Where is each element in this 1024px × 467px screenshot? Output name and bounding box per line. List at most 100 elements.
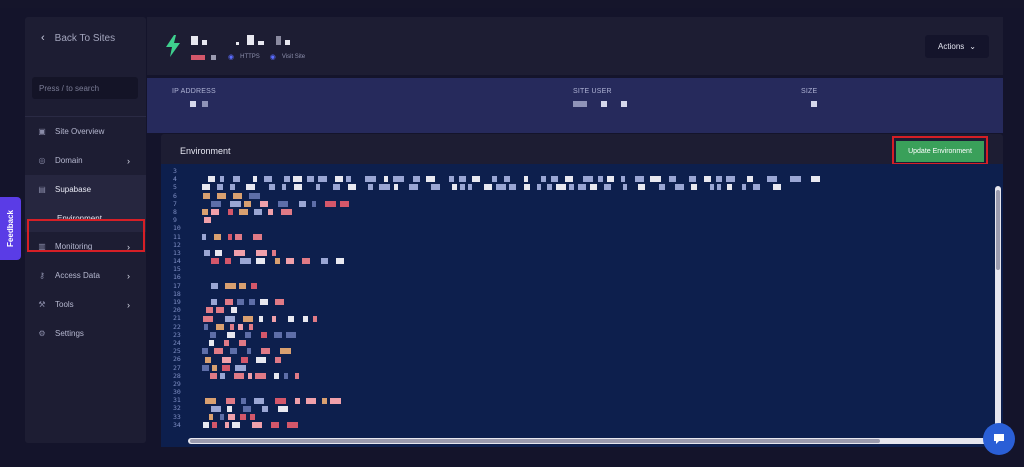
redacted-code-block [280,348,291,355]
redacted-code-block [250,414,255,420]
redacted-code-block [211,258,219,265]
redacted-code-block [409,184,418,191]
domain-icon: ◎ [38,156,46,165]
chevron-right-icon: › [127,270,130,281]
redacted-code-block [286,332,296,338]
redacted-code-block [704,176,711,183]
redacted-code-block [790,176,801,183]
redacted-mark [211,54,216,60]
globe-icon: ◉ [269,54,276,61]
line-number: 29 [173,379,181,388]
sidebar-item-supabase[interactable]: ▤ Supabase [25,175,146,204]
chevron-down-icon: ⌄ [969,42,976,51]
line-number: 25 [173,347,181,356]
redacted-code-block [459,176,466,183]
redacted-code-block [225,315,235,322]
sidebar-item-access-data[interactable]: ⚷ Access Data › [25,261,146,290]
line-number: 28 [173,371,181,380]
vertical-scrollbar[interactable] [995,186,1001,441]
redacted-code-block [274,373,279,379]
line-number: 22 [173,322,181,331]
size-label: SIZE [801,88,818,95]
redacted-code-block [604,184,611,191]
redacted-code-block [710,184,714,191]
redacted-code-block [556,184,566,191]
redacted-code-block [325,200,336,207]
redacted-code-block [689,176,696,183]
redacted-code-block [271,422,279,429]
redacted-code-block [306,397,316,404]
site-name-redacted [191,33,290,45]
redacted-code-block [275,356,281,363]
horizontal-scrollbar[interactable] [188,438,994,444]
redacted-mark [191,54,205,60]
redacted-code-block [202,364,209,371]
sidebar: ‹ Back To Sites ▣ Site Overview ◎ Domain… [25,17,149,443]
code-editor[interactable]: 3 4 5 6 7 8 9 10 11 12 13 14 15 16 17 18 19 20 21 22 23 24 25 2… [161,164,1003,447]
sidebar-item-site-overview[interactable]: ▣ Site Overview [25,117,146,146]
line-number: 23 [173,330,181,339]
sidebar-item-settings[interactable]: ⚙ Settings [25,319,146,348]
redacted-code-block [249,299,255,306]
redacted-code-block [253,176,257,183]
redacted-code-block [230,184,235,191]
redacted-code-block [299,200,306,207]
search-input[interactable] [39,83,149,93]
feedback-tab[interactable]: Feedback [0,197,21,260]
redacted-code-block [281,209,292,215]
redacted-code-block [240,258,251,265]
redacted-code-block [468,184,472,191]
redacted-code-block [691,184,697,191]
actions-button[interactable]: Actions ⌄ [925,35,989,58]
redacted-code-block [230,348,237,355]
redacted-code-block [565,176,573,183]
sidebar-item-domain[interactable]: ◎ Domain › [25,146,146,175]
visit-site-link[interactable]: Visit Site [282,54,305,60]
line-number: 16 [173,273,181,282]
redacted-code-block [484,184,492,191]
sidebar-item-label: Site Overview [55,127,105,136]
redacted-code-block [210,332,216,338]
back-to-sites-link[interactable]: ‹ Back To Sites [41,32,115,44]
search-box[interactable] [32,77,149,99]
redacted-code-block [303,315,308,322]
size-section: SIZE [801,88,817,107]
redacted-code-block [318,176,327,183]
redacted-code-block [247,348,251,355]
chevron-right-icon: › [127,299,130,310]
redacted-code-block [209,340,214,347]
redacted-code-block [321,258,328,265]
line-number: 12 [173,240,181,249]
ip-address-value-redacted [172,101,216,107]
redacted-code-block [205,397,216,404]
redacted-code-block [232,422,240,429]
redacted-code-block [217,192,226,199]
redacted-code-block [269,184,275,191]
sidebar-item-tools[interactable]: ⚒ Tools › [25,290,146,319]
redacted-code-block [675,184,684,191]
redacted-code-block [239,340,246,347]
redacted-code-block [256,258,265,265]
redacted-code-block [214,233,221,240]
vertical-scroll-thumb[interactable] [996,190,1000,270]
redacted-code-block [209,414,213,420]
redacted-code-block [393,176,404,183]
redacted-code-block [365,176,376,183]
redacted-code-block [727,184,732,191]
redacted-code-block [312,200,316,207]
redacted-code-block [256,250,267,256]
line-number: 21 [173,314,181,323]
redacted-code-block [211,209,219,215]
redacted-code-block [272,250,276,256]
horizontal-scroll-thumb[interactable] [190,439,880,443]
feedback-label: Feedback [6,210,15,247]
line-number: 31 [173,396,181,405]
line-number: 8 [173,207,177,216]
line-number-gutter: 3 4 5 6 7 8 9 10 11 12 13 14 15 16 17 18 19 20 21 22 23 24 25 2… [173,167,193,429]
update-environment-button[interactable]: Update Environment [896,141,984,162]
line-number: 24 [173,338,181,347]
site-user-value-redacted [573,101,627,107]
chat-support-button[interactable] [983,423,1015,455]
redacted-code-block [217,184,223,191]
redacted-code-block [239,282,246,289]
